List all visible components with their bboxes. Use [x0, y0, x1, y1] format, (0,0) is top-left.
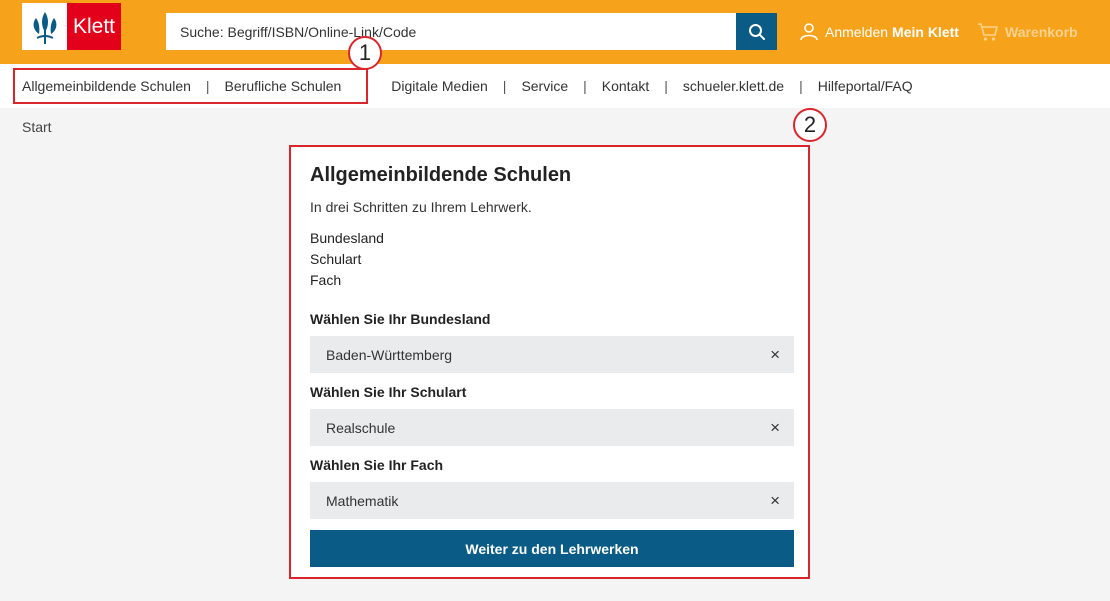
schulart-label: Wählen Sie Ihr Schulart	[310, 384, 467, 400]
annotation-box-1	[13, 68, 368, 104]
top-header: Klett Anmelden Mein Klett Warenkorb	[0, 0, 1110, 64]
login-label: Anmelden	[825, 24, 889, 40]
fach-label: Wählen Sie Ihr Fach	[310, 457, 444, 473]
logo-text: Klett	[67, 3, 121, 50]
nav-separator: |	[583, 78, 587, 94]
schulart-select[interactable]: Realschule ×	[310, 409, 794, 446]
nav-item-schueler-klett[interactable]: schueler.klett.de	[683, 78, 784, 94]
nav-item-service[interactable]: Service	[521, 78, 568, 94]
nav-item-hilfeportal[interactable]: Hilfeportal/FAQ	[818, 78, 913, 94]
bundesland-value: Baden-Württemberg	[326, 346, 453, 363]
breadcrumb[interactable]: Start	[22, 119, 52, 135]
step-item: Fach	[310, 272, 342, 288]
cart-label: Warenkorb	[1005, 24, 1078, 40]
search-icon	[748, 23, 765, 40]
annotation-number-2: 2	[793, 108, 827, 142]
nav-item-kontakt[interactable]: Kontakt	[602, 78, 649, 94]
nav-item-digitale-medien[interactable]: Digitale Medien	[391, 78, 488, 94]
cart-link[interactable]: Warenkorb	[977, 20, 1078, 44]
mein-klett-label: Mein Klett	[892, 24, 959, 40]
fach-value: Mathematik	[326, 492, 399, 509]
nav-separator: |	[502, 78, 507, 94]
annotation-number-1: 1	[348, 36, 382, 70]
clear-schulart-icon[interactable]: ×	[770, 418, 780, 438]
lehrwerk-finder-card: Allgemeinbildende Schulen In drei Schrit…	[289, 145, 810, 579]
user-icon	[800, 23, 818, 41]
step-item: Bundesland	[310, 230, 384, 246]
search-button[interactable]	[736, 13, 777, 50]
card-intro: In drei Schritten zu Ihrem Lehrwerk.	[310, 199, 532, 215]
weiter-button[interactable]: Weiter zu den Lehrwerken	[310, 530, 794, 567]
nav-separator: |	[664, 78, 668, 94]
klett-logo[interactable]: Klett	[22, 3, 121, 50]
search-input[interactable]	[166, 13, 736, 50]
bundesland-select[interactable]: Baden-Württemberg ×	[310, 336, 794, 373]
step-item: Schulart	[310, 251, 362, 267]
login-link[interactable]: Anmelden Mein Klett	[799, 20, 959, 44]
step-list: Bundesland Schulart Fach	[310, 228, 791, 291]
nav-separator: |	[799, 78, 803, 94]
schulart-value: Realschule	[326, 419, 396, 436]
card-title: Allgemeinbildende Schulen	[310, 164, 572, 186]
clear-bundesland-icon[interactable]: ×	[770, 345, 780, 365]
klett-emblem-icon	[22, 3, 67, 50]
search-bar	[166, 13, 777, 50]
bundesland-label: Wählen Sie Ihr Bundesland	[310, 311, 491, 327]
clear-fach-icon[interactable]: ×	[770, 491, 780, 511]
cart-icon	[978, 23, 998, 41]
fach-select[interactable]: Mathematik ×	[310, 482, 794, 519]
